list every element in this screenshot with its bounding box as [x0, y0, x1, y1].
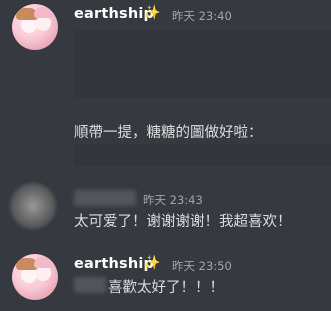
author-name[interactable]	[74, 190, 136, 206]
avatar[interactable]	[12, 4, 58, 50]
avatar-hair-icon	[34, 7, 54, 18]
message-timestamp: 昨天 23:43	[143, 193, 203, 207]
avatar[interactable]	[10, 183, 56, 229]
message-timestamp: 昨天 23:40	[172, 9, 232, 23]
chat-log: earthship ✨ 昨天 23:40 順帶一提，糖糖的圖做好啦： 昨天 23…	[0, 0, 331, 311]
avatar-hair-icon	[34, 257, 54, 268]
redacted-text	[74, 277, 106, 293]
message-text: 太可爱了！谢谢谢谢！我超喜欢！	[74, 214, 292, 230]
message-text: 喜歡太好了！！！	[108, 280, 224, 296]
sparkles-icon: ✨	[143, 5, 161, 21]
avatar[interactable]	[12, 254, 58, 300]
image-embed[interactable]	[74, 144, 331, 166]
message-timestamp: 昨天 23:50	[172, 259, 232, 273]
message-text: 順帶一提，糖糖的圖做好啦：	[74, 125, 263, 141]
image-embed[interactable]	[74, 30, 331, 98]
sparkles-icon: ✨	[143, 255, 161, 271]
